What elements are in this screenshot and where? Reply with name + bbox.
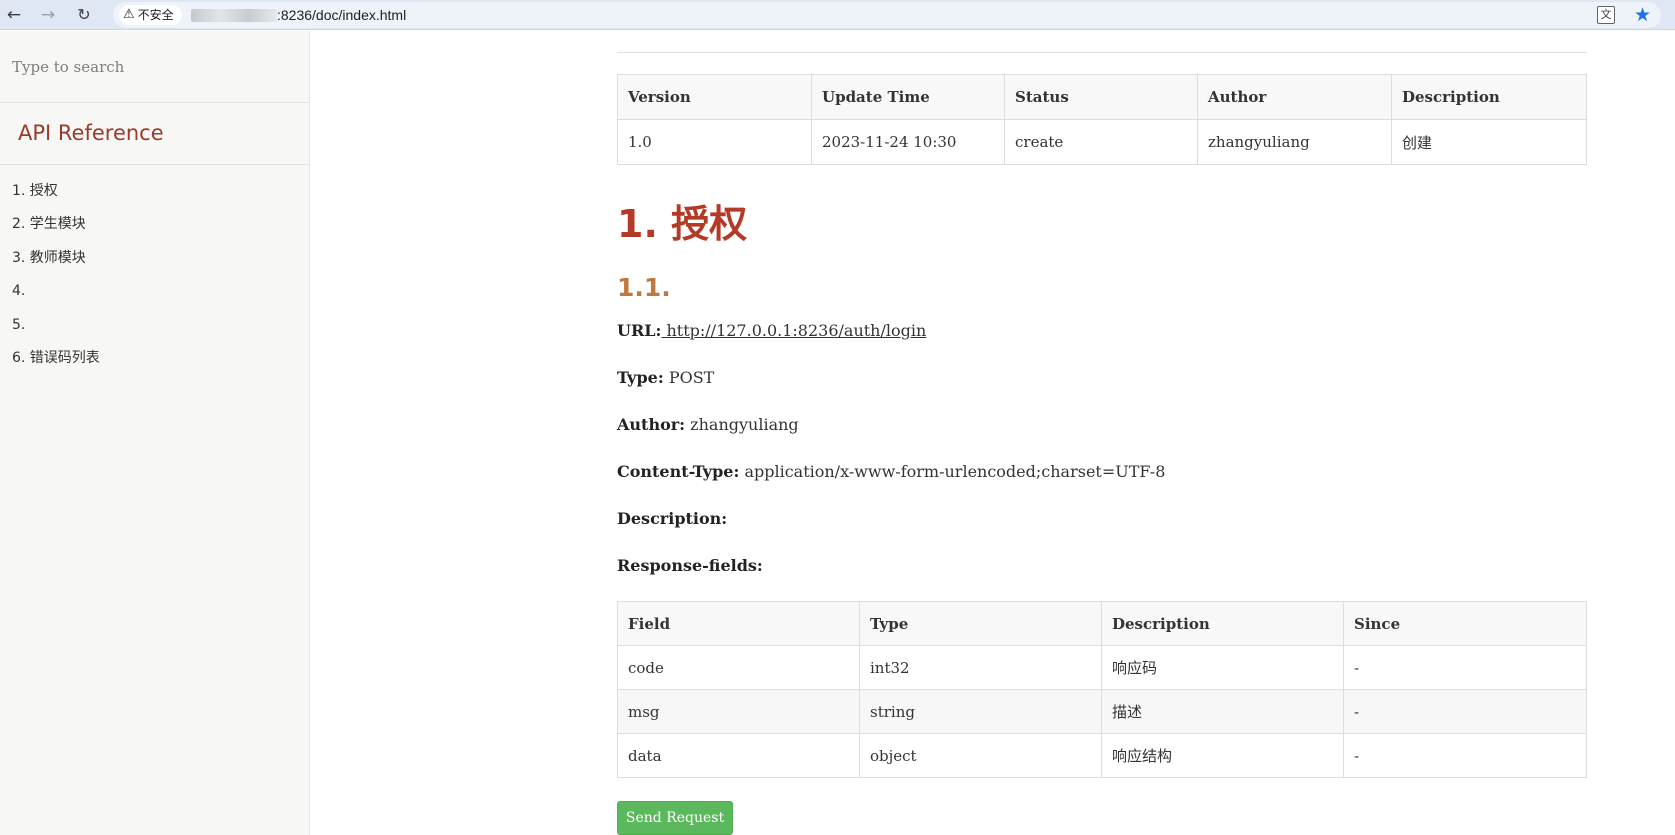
table-cell: 响应结构 [1101, 733, 1344, 778]
table-cell: create [1004, 119, 1198, 165]
table-cell: - [1343, 733, 1587, 778]
bookmark-star-icon[interactable]: ★ [1634, 3, 1651, 27]
author-label: Author: [617, 415, 686, 434]
search-input[interactable] [0, 31, 309, 103]
table-header-row: Version Update Time Status Author Descri… [617, 74, 1587, 120]
sidebar-item-teacher-module[interactable]: 3. 教师模块 [0, 248, 309, 281]
column-header: Status [1004, 74, 1198, 120]
table-cell: zhangyuliang [1197, 119, 1392, 165]
section-title: 1. 授权 [617, 202, 748, 246]
description-field: Description: [617, 507, 727, 531]
reload-icon[interactable]: ↻ [74, 5, 94, 25]
translate-icon[interactable]: 文 [1597, 6, 1615, 24]
forward-arrow-icon[interactable]: → [38, 5, 58, 25]
content-type-value: application/x-www-form-urlencoded;charse… [744, 462, 1166, 481]
table-row: code int32 响应码 - [617, 645, 1587, 690]
sidebar-nav: 1. 授权 2. 学生模块 3. 教师模块 4. 5. 6. 错误码列表 [0, 165, 309, 381]
sidebar-item-error-codes[interactable]: 6. 错误码列表 [0, 348, 309, 381]
sidebar-item-auth[interactable]: 1. 授权 [0, 181, 309, 214]
version-table: Version Update Time Status Author Descri… [617, 74, 1587, 165]
send-request-button[interactable]: Send Request [617, 801, 733, 835]
response-fields-heading: Response-fields: [617, 554, 763, 578]
sidebar-item-student-module[interactable]: 2. 学生模块 [0, 214, 309, 247]
table-row: data object 响应结构 - [617, 733, 1587, 778]
description-label: Description: [617, 509, 728, 528]
content-type-field: Content-Type: application/x-www-form-url… [617, 460, 1165, 484]
partial-heading-divider [617, 31, 1587, 53]
back-arrow-icon[interactable]: ← [4, 5, 24, 25]
table-header-row: Field Type Description Since [617, 601, 1587, 646]
url-text[interactable]: :8236/doc/index.html [277, 2, 406, 28]
security-chip[interactable]: ⚠ 不安全 [119, 5, 182, 25]
url-field: URL: http://127.0.0.1:8236/auth/login [617, 319, 926, 343]
redacted-host [191, 9, 277, 22]
type-label: Type: [617, 368, 664, 387]
column-header: Field [617, 601, 860, 646]
table-cell: 2023-11-24 10:30 [811, 119, 1005, 165]
column-header: Update Time [811, 74, 1005, 120]
table-row: 1.0 2023-11-24 10:30 create zhangyuliang… [617, 119, 1587, 165]
search-wrap [0, 31, 309, 103]
type-field: Type: POST [617, 366, 714, 390]
table-cell: 1.0 [617, 119, 812, 165]
warning-icon: ⚠ [123, 7, 135, 22]
table-cell: code [617, 645, 860, 690]
endpoint-link[interactable]: http://127.0.0.1:8236/auth/login [661, 321, 926, 340]
url-label: URL: [617, 321, 662, 340]
content-type-label: Content-Type: [617, 462, 740, 481]
table-cell: 响应码 [1101, 645, 1344, 690]
column-header: Since [1343, 601, 1587, 646]
column-header: Type [859, 601, 1102, 646]
table-cell: object [859, 733, 1102, 778]
column-header: Author [1197, 74, 1392, 120]
column-header: Version [617, 74, 812, 120]
table-cell: data [617, 733, 860, 778]
type-value: POST [668, 368, 715, 387]
table-row: msg string 描述 - [617, 689, 1587, 734]
response-fields-table: Field Type Description Since code int32 … [617, 601, 1587, 778]
table-cell: string [859, 689, 1102, 734]
column-header: Description [1101, 601, 1344, 646]
table-cell: 描述 [1101, 689, 1344, 734]
subsection-title: 1.1. [617, 273, 671, 302]
sidebar-item-5[interactable]: 5. [0, 315, 309, 348]
column-header: Description [1391, 74, 1587, 120]
author-value: zhangyuliang [690, 415, 799, 434]
author-field: Author: zhangyuliang [617, 413, 799, 437]
address-bar[interactable]: ⚠ 不安全 :8236/doc/index.html 文 ★ [113, 2, 1661, 28]
api-reference-title[interactable]: API Reference [0, 103, 309, 165]
sidebar: API Reference 1. 授权 2. 学生模块 3. 教师模块 4. 5… [0, 31, 310, 835]
browser-toolbar: ← → ↻ ⚠ 不安全 :8236/doc/index.html 文 ★ [0, 0, 1675, 30]
table-cell: int32 [859, 645, 1102, 690]
sidebar-item-4[interactable]: 4. [0, 281, 309, 314]
table-cell: 创建 [1391, 119, 1587, 165]
table-cell: msg [617, 689, 860, 734]
table-cell: - [1343, 689, 1587, 734]
security-label: 不安全 [137, 8, 174, 22]
response-fields-label: Response-fields: [617, 556, 763, 575]
table-cell: - [1343, 645, 1587, 690]
